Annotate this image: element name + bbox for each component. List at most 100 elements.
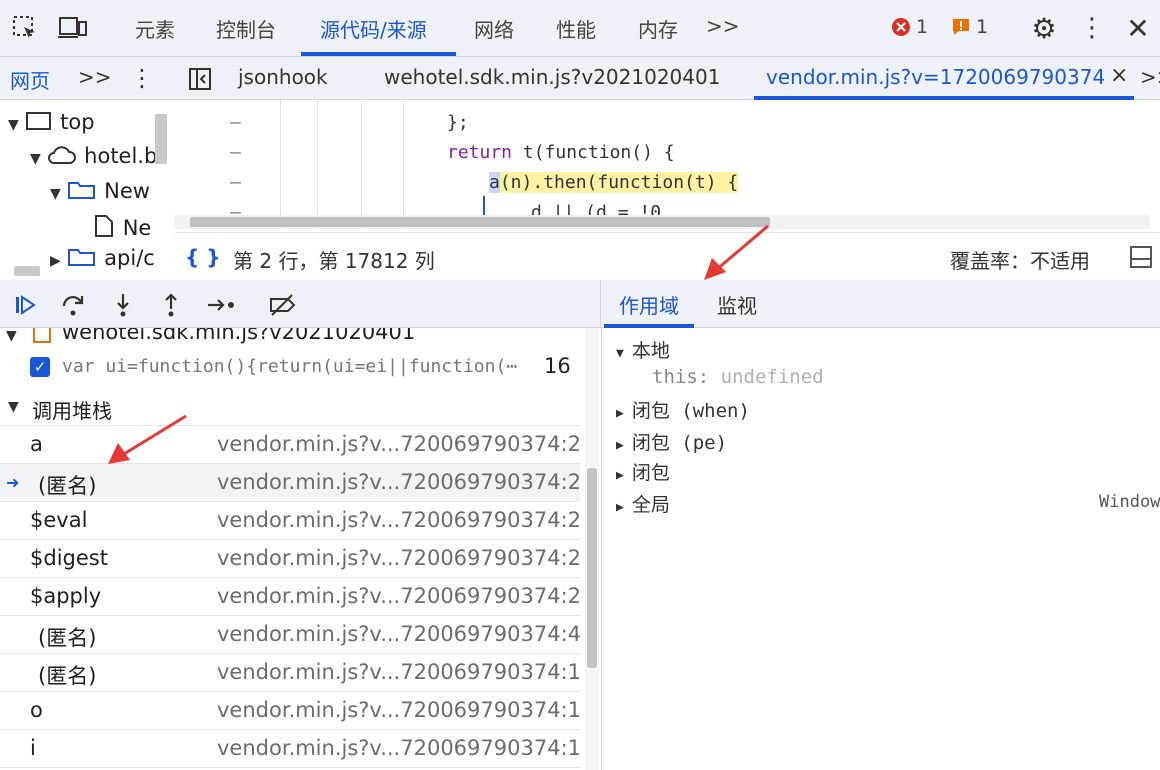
scope-closure-pe[interactable]: ▶ 闭包 (pe) [616,428,727,455]
tab-console[interactable]: 控制台 [216,14,276,43]
call-stack-frame[interactable]: ➜ (匿名) vendor.min.js?v...720069790374:2 [0,464,581,502]
debugger-toolbar [0,280,600,328]
call-stack-header[interactable]: ▼ 调用堆栈 [0,388,580,426]
step-icon[interactable] [204,290,240,320]
collapse-triangle-icon[interactable]: ▶ [616,468,624,483]
scope-closure[interactable]: ▶ 闭包 [616,458,670,485]
tab-network[interactable]: 网络 [474,14,514,43]
collapse-triangle-icon[interactable]: ▶ [50,253,61,269]
file-tabs-overflow-button[interactable]: >> [1140,65,1160,89]
call-stack-frame[interactable]: $apply vendor.min.js?v...720069790374:2 [0,578,581,616]
error-count-icon[interactable] [890,16,912,38]
tree-item-file[interactable]: Ne [92,214,151,240]
breakpoint-checkbox[interactable]: ✓ [30,357,50,377]
code-line-1: }; [447,112,469,133]
frame-location-link[interactable]: vendor.min.js?v...720069790374:1 [217,660,581,684]
resume-icon[interactable] [10,290,40,320]
step-into-icon[interactable] [108,290,138,320]
error-count[interactable]: 1 [916,16,928,38]
expand-triangle-icon[interactable]: ▼ [8,399,19,415]
device-toolbar-icon[interactable] [56,12,90,44]
settings-gear-icon[interactable]: ⚙ [1028,12,1060,45]
tree-label-folder: New [104,179,150,203]
call-stack-frame[interactable]: (匿名) vendor.min.js?v...720069790374:1 [0,654,581,692]
close-file-tab-icon[interactable]: × [1110,63,1128,88]
call-stack-frame[interactable]: i vendor.min.js?v...720069790374:1 [0,730,581,768]
navigator-page-tab[interactable]: 网页 [10,65,50,94]
step-over-icon[interactable] [58,290,88,320]
call-stack-frame[interactable]: a vendor.min.js?v...720069790374:2 [0,426,581,464]
scope-local[interactable]: ▼ 本地 [616,336,670,363]
tree-vertical-scrollbar[interactable] [155,114,167,164]
expand-triangle-icon[interactable]: ▼ [30,151,41,167]
frame-function-name: (匿名) [38,626,97,650]
collapse-triangle-icon[interactable]: ▶ [616,500,624,515]
breakpoint-row[interactable]: ✓ var ui=function(){return(ui=ei||functi… [0,352,580,386]
expand-triangle-icon[interactable]: ▼ [6,328,17,344]
scope-closure-when[interactable]: ▶ 闭包 (when) [616,396,750,423]
expand-triangle-icon[interactable]: ▼ [50,186,61,202]
frame-icon [26,112,52,130]
file-tab-vendor[interactable]: vendor.min.js?v=1720069790374 [766,65,1105,89]
frame-location-link[interactable]: vendor.min.js?v...720069790374:2 [217,432,581,456]
breakpoint-file-row[interactable]: ▼ wehotel.sdk.min.js?v2021020401 [0,328,580,348]
frame-location-link[interactable]: vendor.min.js?v...720069790374:1 [217,736,581,760]
tab-elements[interactable]: 元素 [135,14,175,43]
sidebar-scroll-thumb[interactable] [587,468,597,668]
frame-location-link[interactable]: vendor.min.js?v...720069790374:4 [217,622,581,646]
step-out-icon[interactable] [156,290,186,320]
frame-function-name: $apply [30,584,102,608]
editor-status-bar: { } 第 2 行，第 17812 列 覆盖率：不适用 [175,232,1160,280]
devtools-main-toolbar: 元素 控制台 源代码/来源 网络 性能 内存 >> 1 1 ⚙ ⋮ ✕ [0,0,1160,57]
scope-global[interactable]: ▶ 全局 [616,490,670,517]
tree-label-file: Ne [122,216,152,240]
call-stack-title: 调用堆栈 [32,399,112,423]
folder-icon [68,182,96,199]
tab-watch[interactable]: 监视 [717,290,757,319]
editor-scroll-thumb[interactable] [190,217,770,227]
warning-count[interactable]: 1 [976,16,988,38]
warning-count-icon[interactable] [950,16,972,38]
toggle-debugger-sidebar-icon[interactable] [1127,243,1155,271]
tree-item-folder[interactable]: ▼ New [50,179,150,203]
tab-scope[interactable]: 作用域 [619,290,679,319]
scope-global-value: Window [1099,492,1160,512]
close-devtools-icon[interactable]: ✕ [1122,12,1154,45]
tab-performance[interactable]: 性能 [556,14,596,43]
code-editor[interactable]: – – – – }; return t(function() { a(n).th… [175,100,1160,230]
frame-location-link[interactable]: vendor.min.js?v...720069790374:1 [217,698,581,722]
navigator-menu-icon[interactable]: ⋮ [130,63,154,93]
cloud-icon [48,146,77,164]
code-line-2: return t(function() { [447,142,675,163]
file-tab-jsonhook[interactable]: jsonhook [238,65,328,89]
breakpoint-line-number: 16 [544,354,571,378]
tree-item-api[interactable]: ▶ api/c [50,246,155,270]
call-stack-frame[interactable]: $digest vendor.min.js?v...720069790374:2 [0,540,581,578]
collapse-triangle-icon[interactable]: ▶ [616,406,624,421]
inspect-element-icon[interactable] [8,12,42,44]
deactivate-breakpoints-icon[interactable] [266,290,300,320]
tree-horizontal-scrollbar[interactable] [14,266,40,276]
frame-location-link[interactable]: vendor.min.js?v...720069790374:2 [217,584,581,608]
expand-triangle-icon[interactable]: ▼ [8,117,19,133]
frame-location-link[interactable]: vendor.min.js?v...720069790374:2 [217,508,581,532]
tab-sources[interactable]: 源代码/来源 [320,14,427,43]
frame-location-link[interactable]: vendor.min.js?v...720069790374:2 [217,546,581,570]
frame-location-link[interactable]: vendor.min.js?v...720069790374:2 [217,470,581,494]
toggle-navigator-icon[interactable] [186,65,214,93]
navigator-more-button[interactable]: >> [78,65,112,89]
collapse-triangle-icon[interactable]: ▶ [616,438,624,453]
tree-item-host[interactable]: ▼ hotel.b [30,144,157,168]
call-stack-frame[interactable]: $eval vendor.min.js?v...720069790374:2 [0,502,581,540]
tree-item-top[interactable]: ▼ top [8,110,95,134]
current-frame-arrow-icon: ➜ [6,473,20,492]
tab-memory[interactable]: 内存 [638,14,678,43]
call-stack-frame[interactable]: (匿名) vendor.min.js?v...720069790374:4 [0,616,581,654]
more-tabs-button[interactable]: >> [706,14,740,38]
file-tab-wehotel[interactable]: wehotel.sdk.min.js?v2021020401 [384,65,720,89]
expand-triangle-icon[interactable]: ▼ [616,346,624,361]
pretty-print-icon[interactable]: { } [185,245,220,269]
tree-label-host: hotel.b [84,144,158,168]
more-options-icon[interactable]: ⋮ [1078,12,1106,44]
call-stack-frame[interactable]: o vendor.min.js?v...720069790374:1 [0,692,581,730]
